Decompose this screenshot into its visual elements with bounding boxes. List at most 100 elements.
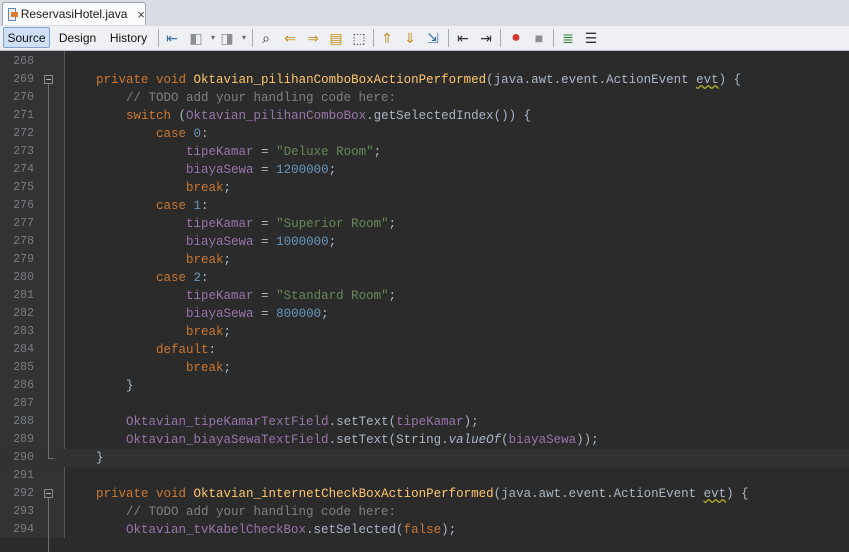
code-line[interactable]: 271 switch (Oktavian_pilihanComboBox.get… [0, 107, 849, 125]
code-token: = [253, 289, 277, 303]
code-line[interactable]: 281 tipeKamar = "Standard Room"; [0, 287, 849, 305]
code-editor[interactable]: 268 269 private void Oktavian_pilihanComb… [0, 51, 849, 552]
code-line[interactable]: 272 case 0: [0, 125, 849, 143]
code-line[interactable]: 286 } [0, 377, 849, 395]
code-line[interactable]: 278 biayaSewa = 1000000; [0, 233, 849, 251]
code-line[interactable]: 282 biayaSewa = 800000; [0, 305, 849, 323]
code-line[interactable]: 293 // TODO add your handling code here: [0, 503, 849, 521]
code-line[interactable]: 290 } [0, 449, 849, 467]
code-line[interactable]: 292 private void Oktavian_internetCheckB… [0, 485, 849, 503]
code-line[interactable]: 277 tipeKamar = "Superior Room"; [0, 215, 849, 233]
back-icon[interactable]: ◧ [187, 29, 205, 47]
find-previous-icon[interactable]: ⇐ [281, 29, 299, 47]
code-token: valueOf [448, 433, 502, 447]
start-macro-recording-icon[interactable]: ● [507, 29, 525, 47]
code-token: 800000 [276, 307, 322, 321]
code-token: case [156, 127, 194, 141]
line-number: 275 [13, 181, 34, 194]
code-token: = [253, 163, 277, 177]
toggle-rectangular-selection-icon[interactable]: ⬚ [350, 29, 368, 47]
code-text: Oktavian_biayaSewaTextField.setText(Stri… [66, 431, 599, 449]
code-line[interactable]: 284 default: [0, 341, 849, 359]
toggle-bookmark-icon[interactable]: ⇲ [424, 29, 442, 47]
toolbar-separator [373, 29, 374, 47]
fold-guide [48, 84, 49, 458]
file-tab[interactable]: ReservasiHotel.java × [2, 2, 146, 25]
code-text: default: [66, 341, 216, 359]
line-number: 277 [13, 217, 34, 230]
code-line[interactable]: 291 [0, 467, 849, 485]
design-view-button[interactable]: Design [55, 27, 100, 48]
code-line[interactable]: 275 break; [0, 179, 849, 197]
line-number: 294 [13, 523, 34, 536]
forward-icon[interactable]: ◨ [218, 29, 236, 47]
code-token: break [186, 361, 224, 375]
last-edit-icon[interactable]: ⇤ [163, 29, 181, 47]
code-line[interactable]: 276 case 1: [0, 197, 849, 215]
code-token: 1 [193, 199, 202, 213]
code-line[interactable]: 283 break; [0, 323, 849, 341]
previous-bookmark-icon[interactable]: ⇑ [378, 29, 396, 47]
find-next-icon[interactable]: ⇒ [304, 29, 322, 47]
code-line[interactable]: 280 case 2: [0, 269, 849, 287]
forward-dropdown-icon[interactable]: ▾ [235, 29, 253, 47]
code-line[interactable]: 269 private void Oktavian_pilihanComboBo… [0, 71, 849, 89]
toggle-highlight-icon[interactable]: ▤ [327, 29, 345, 47]
code-token: ; [223, 253, 232, 267]
shift-left-icon[interactable]: ⇤ [454, 29, 472, 47]
comment-icon[interactable]: ≣ [559, 29, 577, 47]
fold-collapse-icon[interactable] [44, 489, 53, 498]
code-token: 0 [193, 127, 202, 141]
source-view-button[interactable]: Source [3, 27, 50, 48]
code-text: // TODO add your handling code here: [66, 503, 396, 521]
code-token: } [66, 451, 104, 465]
code-line[interactable]: 279 break; [0, 251, 849, 269]
line-number: 271 [13, 109, 34, 122]
history-view-button[interactable]: History [105, 27, 152, 48]
code-token: : [208, 343, 217, 357]
code-token: break [186, 253, 224, 267]
toolbar-separator [500, 29, 501, 47]
code-token: case [156, 271, 194, 285]
shift-right-icon[interactable]: ⇥ [477, 29, 495, 47]
uncomment-icon[interactable]: ☰ [582, 29, 600, 47]
line-number: 282 [13, 307, 34, 320]
code-token: // TODO add your handling code here: [66, 91, 397, 105]
line-number: 286 [13, 379, 34, 392]
code-token: false [403, 523, 442, 537]
code-token: ; [223, 325, 232, 339]
code-token: ( [501, 433, 509, 447]
code-token: = [253, 145, 277, 159]
code-line[interactable]: 288 Oktavian_tipeKamarTextField.setText(… [0, 413, 849, 431]
line-number: 269 [13, 73, 34, 86]
code-line[interactable]: 270 // TODO add your handling code here: [0, 89, 849, 107]
file-tab-label: ReservasiHotel.java [20, 7, 128, 21]
code-text: tipeKamar = "Standard Room"; [66, 287, 396, 305]
code-token: private void [96, 73, 194, 87]
find-icon[interactable]: ⌕ [257, 29, 275, 47]
fold-collapse-icon[interactable] [44, 75, 53, 84]
code-line[interactable]: 285 break; [0, 359, 849, 377]
code-line[interactable]: 294 Oktavian_tvKabelCheckBox.setSelected… [0, 521, 849, 539]
code-line[interactable]: 287 [0, 395, 849, 413]
code-token: = [253, 307, 277, 321]
toolbar-separator [252, 29, 253, 47]
code-token: Oktavian_tvKabelCheckBox [126, 523, 307, 537]
code-text: } [66, 377, 134, 395]
code-text: // TODO add your handling code here: [66, 89, 396, 107]
code-line[interactable]: 289 Oktavian_biayaSewaTextField.setText(… [0, 431, 849, 449]
code-token: 2 [193, 271, 202, 285]
line-number: 291 [13, 469, 34, 482]
code-line[interactable]: 273 tipeKamar = "Deluxe Room"; [0, 143, 849, 161]
close-tab-icon[interactable]: × [137, 8, 145, 21]
stop-macro-recording-icon[interactable]: ■ [530, 29, 548, 47]
code-text: } [66, 449, 104, 467]
code-line[interactable]: 268 [0, 53, 849, 71]
next-bookmark-icon[interactable]: ⇓ [401, 29, 419, 47]
code-line[interactable]: 274 biayaSewa = 1200000; [0, 161, 849, 179]
toolbar-separator [553, 29, 554, 47]
